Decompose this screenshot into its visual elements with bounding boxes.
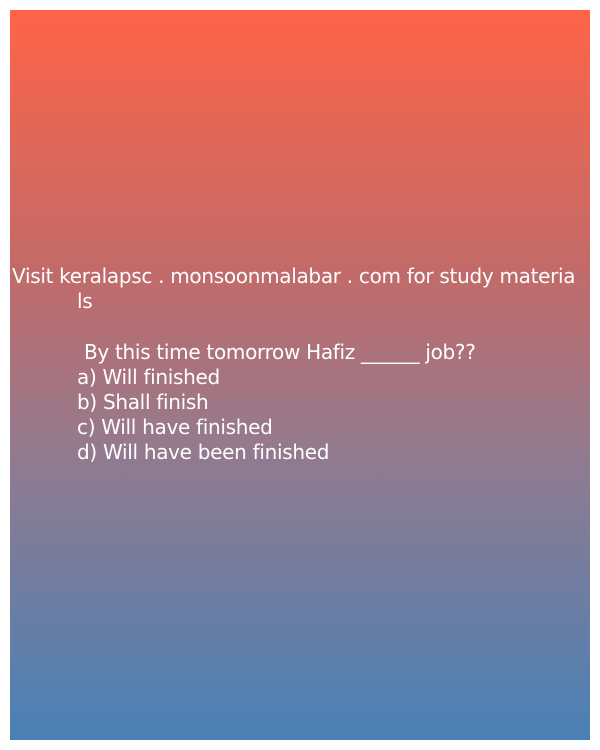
quiz-card: Visit keralapsc . monsoonmalabar . com f… — [10, 10, 590, 740]
promo-text-line2: ls — [77, 289, 93, 313]
promo-text-line1: Visit keralapsc . monsoonmalabar . com f… — [12, 264, 576, 288]
option-a: a) Will finished — [77, 365, 220, 389]
option-b: b) Shall finish — [77, 390, 209, 414]
option-c: c) Will have finished — [77, 415, 273, 439]
option-d: d) Will have been finished — [77, 440, 330, 464]
question-text: By this time tomorrow Hafiz ______ job?? — [84, 340, 476, 364]
